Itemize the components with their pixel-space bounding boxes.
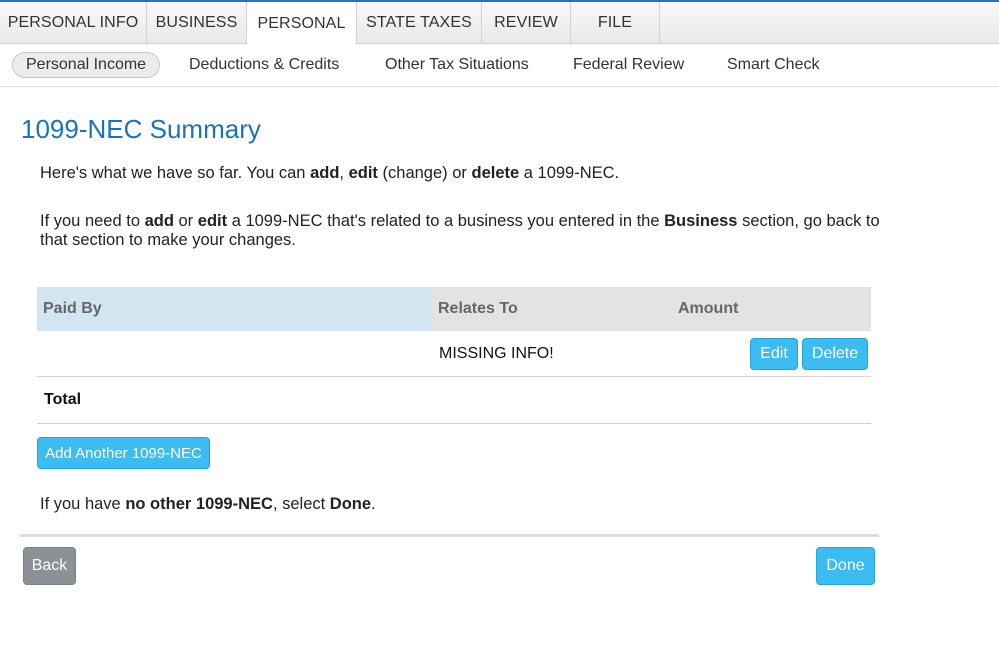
subnav-federal-review[interactable]: Federal Review xyxy=(573,52,684,78)
tab-review[interactable]: REVIEW xyxy=(482,2,571,44)
delete-button[interactable]: Delete xyxy=(802,337,868,370)
done-button[interactable]: Done xyxy=(816,547,875,585)
tab-file[interactable]: FILE xyxy=(571,2,660,44)
tab-personal-info[interactable]: PERSONAL INFO xyxy=(0,2,147,44)
total-label: Total xyxy=(44,391,82,408)
edit-button[interactable]: Edit xyxy=(750,337,798,370)
column-header-paid-by: Paid By xyxy=(37,287,432,331)
column-header-relates-to: Relates To xyxy=(438,300,518,317)
page-title: 1099-NEC Summary xyxy=(21,114,261,144)
table-row: MISSING INFO! Edit Delete xyxy=(37,331,871,377)
add-another-button[interactable]: Add Another 1099-NEC xyxy=(37,437,210,469)
sub-navigation: Personal Income Deductions & Credits Oth… xyxy=(0,44,999,87)
top-tab-bar: PERSONAL INFO BUSINESS PERSONAL STATE TA… xyxy=(0,0,999,45)
column-header-amount: Amount xyxy=(678,300,739,317)
tab-personal[interactable]: PERSONAL xyxy=(247,2,357,45)
subnav-personal-income[interactable]: Personal Income xyxy=(12,52,161,78)
subnav-smart-check[interactable]: Smart Check xyxy=(727,52,819,78)
done-note-text: If you have no other 1099-NEC, select Do… xyxy=(40,495,376,513)
tab-business[interactable]: BUSINESS xyxy=(147,2,247,44)
form-summary-table: Paid By Relates To Amount MISSING INFO! … xyxy=(37,287,871,424)
tab-state-taxes[interactable]: STATE TAXES xyxy=(357,2,482,44)
business-note-text: If you need to add or edit a 1099-NEC th… xyxy=(40,212,880,249)
subnav-deductions-credits[interactable]: Deductions & Credits xyxy=(189,52,339,78)
cell-actions: Edit Delete xyxy=(672,337,871,370)
cell-relates-to: MISSING INFO! xyxy=(439,344,554,362)
intro-text: Here's what we have so far. You can add,… xyxy=(40,164,620,182)
back-button[interactable]: Back xyxy=(23,547,76,585)
total-row: Total xyxy=(37,377,871,424)
subnav-other-tax-situations[interactable]: Other Tax Situations xyxy=(385,52,529,78)
footer-divider xyxy=(20,534,879,537)
table-header: Paid By Relates To Amount xyxy=(37,287,871,331)
